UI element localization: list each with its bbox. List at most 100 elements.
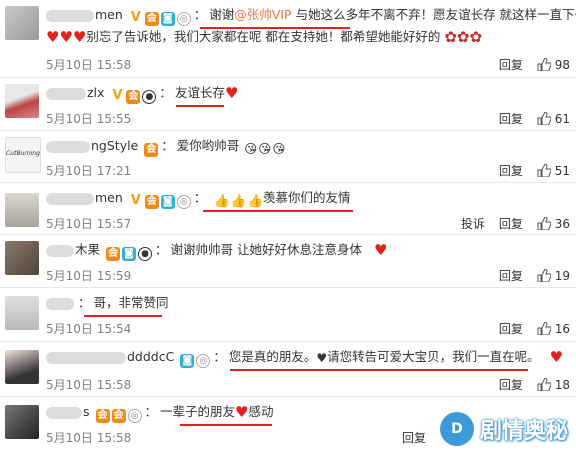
username-blur — [46, 9, 94, 22]
vip-icon: 会 — [126, 90, 141, 104]
username-blur — [46, 297, 74, 310]
heart-icon: ♥ — [373, 241, 388, 259]
comment-text: 您是真的朋友。 — [228, 349, 317, 364]
username-blur — [46, 406, 82, 419]
comment-item: ：哥，非常赞同 5月10日 15:54 回复 16 — [0, 288, 576, 338]
avatar[interactable] — [5, 6, 39, 40]
like-button[interactable]: 98 — [537, 58, 570, 72]
comment-item: men V 会 ◙ ◎：谢谢@张帅VIP 与她这么多年不离不弃！愿友谊长存 就这样一直… — [0, 0, 576, 76]
avatar[interactable]: CutBurning — [5, 137, 41, 173]
username[interactable]: ddddcC — [127, 349, 174, 364]
medal-icon: ◎ — [127, 409, 142, 423]
reply-button[interactable]: 回复 — [499, 164, 523, 178]
comment-actions: 回复 18 — [485, 376, 570, 393]
like-count: 36 — [554, 217, 570, 231]
avatar[interactable] — [5, 193, 39, 227]
heart-icon: ♥ — [59, 28, 73, 46]
comment-item: 木果 会 ◙ ●：谢谢帅帅哥 让她好好休息注意身体 ♥ 5月10日 15:59 回复… — [0, 235, 576, 285]
like-button[interactable]: 51 — [537, 164, 570, 178]
username[interactable]: men — [95, 7, 123, 22]
comment-text: 羡慕你们的友情 — [263, 190, 351, 205]
username-blur — [46, 140, 90, 153]
avatar[interactable] — [5, 84, 39, 118]
reply-button[interactable]: 回复 — [499, 269, 523, 283]
vip-icon: 会 — [144, 143, 159, 157]
report-button[interactable]: 投诉 — [461, 217, 485, 231]
reply-button[interactable]: 回复 — [402, 431, 426, 445]
kiss-emoji-icon: 😘 — [272, 141, 286, 156]
comment-date: 5月10日 15:58 — [46, 378, 132, 392]
reply-button[interactable]: 回复 — [499, 322, 523, 336]
thumbs-up-emoji-icon: 👍 — [247, 193, 264, 208]
thumb-up-icon — [537, 322, 551, 335]
avatar[interactable] — [5, 350, 39, 384]
heart-icon: ♥ — [72, 28, 87, 46]
vip-icon: 会 — [95, 409, 110, 423]
like-button[interactable]: 61 — [537, 112, 570, 126]
comment-item: zlx V 会 ●：友谊长存♥ 5月10日 15:55 回复 61 — [0, 78, 576, 128]
comment-date: 5月10日 15:58 — [46, 58, 132, 72]
underline-annotation — [84, 315, 162, 317]
comment-actions: 回复 61 — [485, 110, 570, 127]
panda-icon: ● — [142, 90, 157, 104]
like-count: 98 — [554, 58, 570, 72]
comment-text: 谢谢帅帅哥 让她好好休息注意身体 — [170, 242, 362, 257]
vip-icon: 会 — [106, 247, 120, 261]
panda-icon: ● — [138, 247, 152, 261]
reply-button[interactable]: 回复 — [499, 378, 523, 392]
verified-icon: V — [130, 10, 141, 25]
like-button[interactable]: 16 — [537, 322, 570, 336]
comment-text-2: 感动 — [248, 404, 274, 419]
comment-text: 哥，非常赞同 — [93, 295, 169, 310]
comment-item: ddddcC ◙ ◎：您是真的朋友。♥请您转告可爱大宝贝，我们一直在呢。 ♥ 5月… — [0, 342, 576, 394]
username[interactable]: ngStyle — [91, 138, 138, 153]
black-heart-icon: ♥ — [316, 351, 328, 365]
like-button[interactable]: 18 — [537, 378, 570, 392]
camera-icon: ◙ — [160, 12, 175, 26]
reply-button[interactable]: 回复 — [499, 112, 523, 126]
username[interactable]: men — [95, 190, 123, 205]
underline-annotation — [203, 210, 353, 212]
like-button[interactable]: 19 — [537, 269, 570, 283]
reply-button[interactable]: 回复 — [499, 58, 523, 72]
like-button[interactable]: 36 — [537, 217, 570, 231]
username[interactable]: s — [83, 404, 90, 419]
medal-icon: ◎ — [176, 12, 191, 26]
avatar[interactable] — [5, 296, 39, 330]
rose-icon: ✿ — [456, 28, 470, 46]
like-count: 18 — [554, 378, 570, 392]
thumb-up-icon — [537, 269, 551, 282]
verified-icon: V — [130, 193, 141, 208]
comment-body: 木果 会 ◙ ●：谢谢帅帅哥 让她好好休息注意身体 ♥ — [46, 239, 568, 261]
avatar[interactable] — [5, 241, 39, 275]
comment-text-2: 请您转告可爱大宝贝，我们一直在呢。 — [327, 349, 540, 364]
like-count: 61 — [554, 112, 570, 126]
like-count: 19 — [554, 269, 570, 283]
comment-date: 5月10日 17:21 — [46, 164, 132, 178]
reply-button[interactable]: 回复 — [499, 217, 523, 231]
thumb-up-icon — [537, 217, 551, 230]
comment-text: 一辈子的朋友 — [160, 404, 236, 419]
avatar-label: CutBurning — [6, 150, 40, 157]
comment-actions: 投诉 回复 36 — [447, 215, 570, 232]
thumb-up-icon — [537, 378, 551, 391]
comment-body: ：哥，非常赞同 — [46, 292, 568, 314]
comment-date: 5月10日 15:59 — [46, 269, 132, 283]
comment-date: 5月10日 15:58 — [46, 431, 132, 445]
username[interactable]: zlx — [87, 85, 104, 100]
username-blur — [46, 192, 94, 205]
comment-text: 爱你哟帅哥 — [176, 138, 240, 153]
comment-body: zlx V 会 ●：友谊长存♥ — [46, 82, 568, 104]
comment-text-line2: 别忘了告诉她，我们大家都在呢 都在支持她！都希望她能好好的 — [86, 29, 441, 44]
comment-date: 5月10日 15:57 — [46, 217, 132, 231]
username-blur — [46, 244, 74, 257]
mention-link[interactable]: @张帅VIP — [234, 7, 291, 22]
thumb-up-icon — [537, 164, 551, 177]
rose-icon: ✿ — [444, 28, 457, 46]
username[interactable]: 木果 — [75, 242, 100, 257]
comment-text: 友谊长存 — [174, 85, 225, 100]
watermark: D 剧情奥秘 — [439, 409, 568, 449]
avatar[interactable] — [5, 405, 39, 439]
comment-body: ddddcC ◙ ◎：您是真的朋友。♥请您转告可爱大宝贝，我们一直在呢。 ♥ — [46, 346, 568, 369]
comment-actions: 回复 16 — [485, 320, 570, 337]
